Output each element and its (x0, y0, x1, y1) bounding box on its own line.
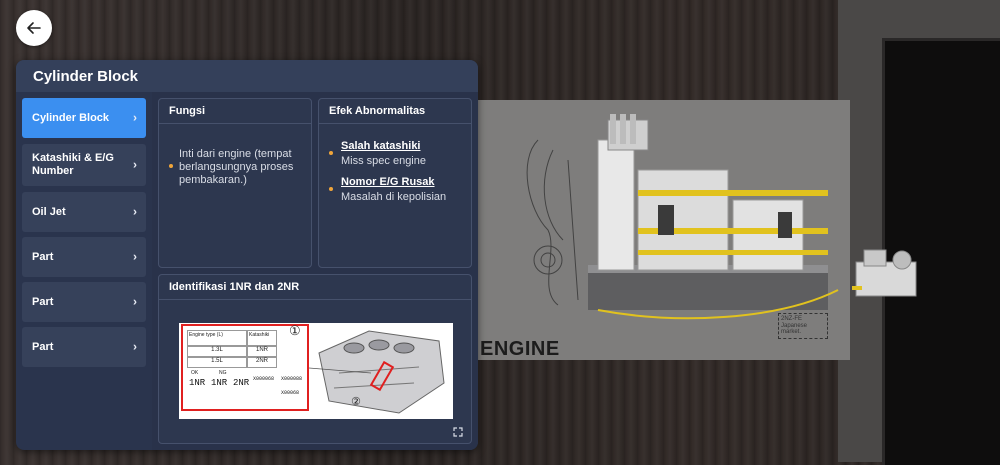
bullet-icon (169, 164, 173, 168)
menu-item-label: Oil Jet (32, 205, 66, 218)
bullet-icon (329, 187, 333, 191)
table-header-engine: Engine type (L) (187, 330, 247, 346)
chevron-right-icon: › (133, 157, 137, 172)
marker-2: ② (351, 395, 361, 408)
efek-item-heading: Nomor E/G Rusak (341, 176, 435, 188)
chevron-right-icon: › (133, 339, 137, 354)
marker-1: ① (289, 323, 301, 338)
identification-table-frame: Engine type (L) Katashiki 1.3L 1NR 1.5L … (181, 323, 309, 411)
table-header-katashiki: Katashiki (247, 330, 277, 346)
engraved-mark: 1NR (211, 378, 228, 388)
engine-number: X000068 (253, 376, 275, 382)
engine-caption: 2NZ-FE Japanese market. (778, 313, 828, 339)
info-panel: Cylinder Block Cylinder Block › Katashik… (16, 60, 478, 450)
engraved-mark: 2NR (233, 378, 250, 388)
chevron-right-icon: › (133, 110, 137, 125)
ng-label: NG (219, 370, 227, 376)
menu-item-part-1[interactable]: Part › (22, 237, 146, 277)
chevron-right-icon: › (133, 204, 137, 219)
menu-item-label: Part (32, 340, 54, 353)
menu-item-label: Part (32, 250, 54, 263)
identifikasi-card: Identifikasi 1NR dan 2NR Engine type (L)… (158, 274, 472, 444)
table-cell: 1NR (247, 346, 277, 357)
fungsi-text: Inti dari engine (tempat berlangsungnya … (179, 148, 294, 186)
engraved-mark: 1NR (189, 378, 206, 388)
efek-card: Efek Abnormalitas Salah katashiki Miss s… (318, 98, 472, 268)
content-area: Fungsi Inti dari engine (tempat berlangs… (152, 92, 478, 450)
identifikasi-title: Identifikasi 1NR dan 2NR (159, 275, 471, 300)
identification-image: Engine type (L) Katashiki 1.3L 1NR 1.5L … (179, 323, 453, 419)
menu-item-part-2[interactable]: Part › (22, 282, 146, 322)
engine-number: X00068 (281, 390, 300, 396)
menu-item-cylinder-block[interactable]: Cylinder Block › (22, 98, 146, 138)
cylinder-block-illustration: ② (309, 330, 445, 414)
menu-item-katashiki[interactable]: Katashiki & E/G Number › (22, 144, 146, 186)
chevron-right-icon: › (133, 294, 137, 309)
panel-title: Cylinder Block (33, 68, 139, 85)
table-cell: 1.5L (187, 357, 247, 368)
hydraulic-unit-illustration (852, 249, 917, 297)
menu-item-label: Part (32, 295, 54, 308)
efek-title: Efek Abnormalitas (319, 99, 471, 124)
menu-item-label: Cylinder Block (32, 111, 110, 124)
efek-item-desc: Miss spec engine (341, 155, 426, 167)
menu-item-oil-jet[interactable]: Oil Jet › (22, 192, 146, 232)
back-button[interactable] (16, 10, 52, 46)
engine-label: ENGINE (480, 338, 560, 360)
engine-number: X000088 (281, 376, 303, 382)
chevron-right-icon: › (133, 249, 137, 264)
efek-item-heading: Salah katashiki (341, 140, 421, 152)
expand-icon[interactable] (453, 427, 463, 437)
table-cell: 1.3L (187, 346, 247, 357)
menu-item-label: Katashiki & E/G Number (32, 152, 114, 177)
fungsi-title: Fungsi (159, 99, 311, 124)
ok-label: OK (191, 370, 199, 376)
arrow-left-icon (27, 22, 41, 34)
menu-item-part-3[interactable]: Part › (22, 327, 146, 367)
fungsi-card: Fungsi Inti dari engine (tempat berlangs… (158, 98, 312, 268)
table-cell: 2NR (247, 357, 277, 368)
efek-item-desc: Masalah di kepolisian (341, 191, 447, 203)
bullet-icon (329, 151, 333, 155)
